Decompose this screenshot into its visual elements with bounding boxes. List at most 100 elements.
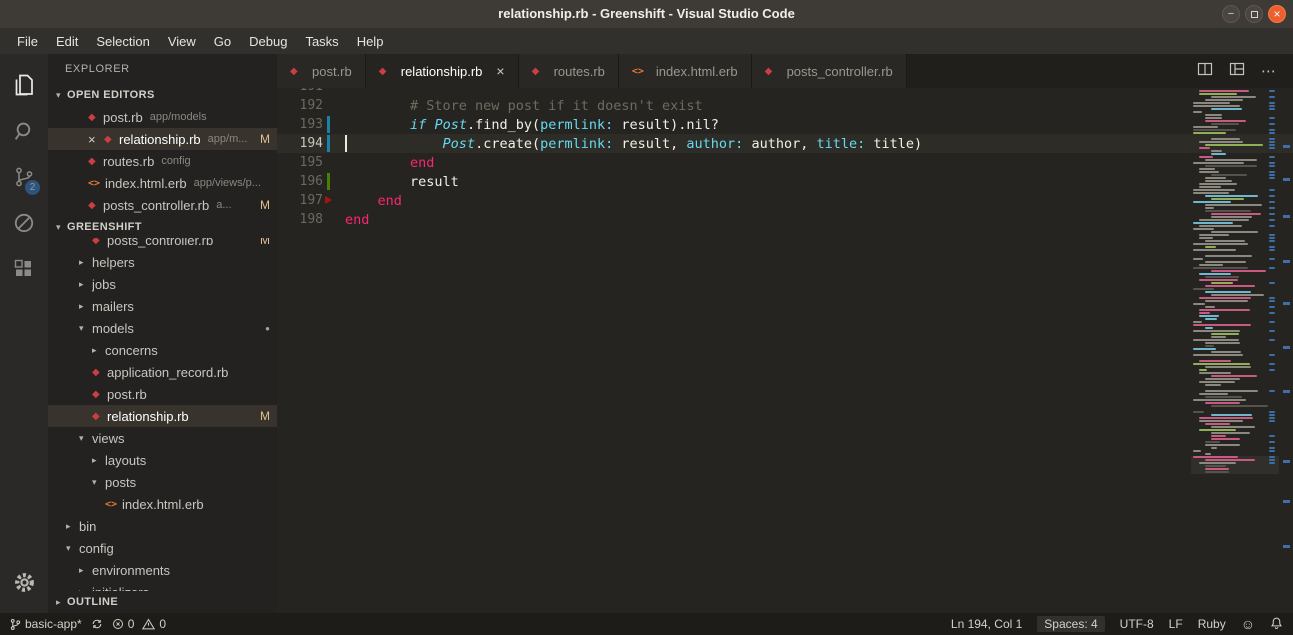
ruby-file-icon: ◆ — [92, 366, 100, 378]
tree-folder-layouts[interactable]: ▸ layouts — [48, 449, 277, 471]
line-number: 194 — [299, 136, 323, 151]
tree-folder-initializers[interactable]: ▸initializers — [48, 581, 277, 592]
minimap-line — [1205, 114, 1222, 116]
close-tab-icon[interactable]: × — [496, 63, 504, 79]
code-line-195[interactable]: 195 end — [277, 153, 1293, 172]
chevron-down-icon: ▾ — [56, 221, 61, 232]
tab-relationship-rb[interactable]: ◆ relationship.rb × — [365, 54, 519, 88]
code-text: if Post.find_by(permlink: result).nil? — [337, 117, 719, 133]
tree-file-application-record-rb[interactable]: ◆ application_record.rb — [48, 361, 277, 383]
minimap-change-mark — [1269, 441, 1275, 443]
code-line-193[interactable]: 193 if Post.find_by(permlink: result).ni… — [277, 115, 1293, 134]
overview-ruler[interactable] — [1279, 88, 1293, 613]
menu-help[interactable]: Help — [348, 28, 393, 54]
minimize-button[interactable]: − — [1222, 5, 1240, 23]
tree-folder-config[interactable]: ▾ config — [48, 537, 277, 559]
git-branch-status[interactable]: basic-app* — [10, 617, 82, 631]
code-line-197[interactable]: 197 end — [277, 191, 1293, 210]
toggle-layout-icon[interactable] — [1229, 61, 1245, 82]
minimap-line — [1199, 462, 1236, 464]
maximize-button[interactable] — [1245, 5, 1263, 23]
minimap-line — [1205, 366, 1251, 368]
open-editor-item[interactable]: ◆ post.rb app/models — [48, 106, 277, 128]
menu-edit[interactable]: Edit — [47, 28, 87, 54]
menu-tasks[interactable]: Tasks — [296, 28, 347, 54]
minimap-line — [1199, 186, 1221, 188]
code-line-196[interactable]: 196 result — [277, 172, 1293, 191]
minimap-line — [1193, 330, 1240, 332]
split-editor-icon[interactable] — [1197, 61, 1213, 82]
tab-bar: ◆ post.rb ◆ relationship.rb × ◆ routes.rb <> ind… — [277, 54, 1293, 88]
search-icon[interactable] — [0, 108, 48, 154]
more-actions-icon[interactable]: ⋯ — [1261, 62, 1277, 80]
token: Post — [434, 116, 467, 133]
code-line-198[interactable]: 198 end — [277, 210, 1293, 229]
open-editor-item[interactable]: × ◆ relationship.rb app/m... M — [48, 128, 277, 150]
menu-view[interactable]: View — [159, 28, 205, 54]
line-number: 198 — [299, 212, 323, 227]
tree-folder-posts[interactable]: ▾ posts — [48, 471, 277, 493]
tab-post-rb[interactable]: ◆ post.rb — [277, 54, 366, 88]
problems-status[interactable]: 0 0 — [112, 617, 166, 631]
tree-folder-environments[interactable]: ▸ environments — [48, 559, 277, 581]
code-lines: 191 192 # Store new post if it doesn't ex… — [277, 88, 1293, 229]
tree-folder-mailers[interactable]: ▸ mailers — [48, 295, 277, 317]
minimap-change-mark — [1269, 90, 1275, 92]
minimap-change-mark — [1269, 417, 1275, 419]
feedback-smiley-icon[interactable]: ☺ — [1241, 617, 1255, 631]
minimap-line — [1211, 96, 1256, 98]
eol-status[interactable]: LF — [1169, 617, 1183, 631]
source-control-icon[interactable]: 2 — [0, 154, 48, 200]
chevron-right-icon: ▸ — [79, 564, 84, 575]
tab-posts-controller-rb[interactable]: ◆ posts_controller.rb — [751, 54, 907, 88]
extensions-icon[interactable] — [0, 246, 48, 292]
tree-file-index-html-erb[interactable]: <> index.html.erb — [48, 493, 277, 515]
cursor-position-status[interactable]: Ln 194, Col 1 — [951, 617, 1022, 631]
tree-folder-concerns[interactable]: ▸ concerns — [48, 339, 277, 361]
minimap-change-mark — [1269, 300, 1275, 302]
minimap-line — [1193, 354, 1244, 356]
open-editors-header[interactable]: ▾ OPEN EDITORS — [48, 84, 277, 106]
open-editor-item[interactable]: ◆ posts_controller.rb a... M — [48, 194, 277, 216]
menu-debug[interactable]: Debug — [240, 28, 296, 54]
tree-folder-bin[interactable]: ▸ bin — [48, 515, 277, 537]
encoding-status[interactable]: UTF-8 — [1120, 617, 1154, 631]
notifications-bell-icon[interactable] — [1270, 616, 1283, 633]
tree-folder-views[interactable]: ▾ views — [48, 427, 277, 449]
menu-go[interactable]: Go — [205, 28, 240, 54]
indentation-status[interactable]: Spaces: 4 — [1037, 616, 1105, 632]
code-line-191[interactable]: 191 — [277, 88, 1293, 96]
minimap-change-mark — [1269, 213, 1275, 215]
tab-routes-rb[interactable]: ◆ routes.rb — [518, 54, 619, 88]
code-line-194[interactable]: 194 Post.create(permlink: result, author… — [277, 134, 1293, 153]
tree-folder-helpers[interactable]: ▸ helpers — [48, 251, 277, 273]
tree-file-post-rb[interactable]: ◆ post.rb — [48, 383, 277, 405]
outline-section-header[interactable]: ▸ OUTLINE — [48, 591, 277, 613]
code-editor[interactable]: 191 192 # Store new post if it doesn't ex… — [277, 88, 1293, 613]
tree-file-relationship-rb[interactable]: ◆ relationship.rb M — [48, 405, 277, 427]
minimap-line — [1211, 231, 1258, 233]
code-line-192[interactable]: 192 # Store new post if it doesn't exist — [277, 96, 1293, 115]
close-button[interactable]: × — [1268, 5, 1286, 23]
language-mode-status[interactable]: Ruby — [1198, 617, 1226, 631]
sync-button[interactable] — [91, 618, 103, 630]
ruby-file-icon: ◆ — [378, 65, 387, 77]
tab-index-html-erb[interactable]: <> index.html.erb — [618, 54, 752, 88]
settings-gear-icon[interactable] — [0, 559, 48, 605]
close-editor-icon[interactable]: × — [88, 132, 104, 147]
open-editor-item[interactable]: <> index.html.erb app/views/p... — [48, 172, 277, 194]
menu-file[interactable]: File — [8, 28, 47, 54]
tree-folder-jobs[interactable]: ▸ jobs — [48, 273, 277, 295]
explorer-icon[interactable] — [0, 62, 48, 108]
minimap-change-mark — [1269, 162, 1275, 164]
ruler-mark — [1283, 215, 1290, 218]
minimap[interactable] — [1191, 88, 1279, 613]
open-editor-item[interactable]: ◆ routes.rb config — [48, 150, 277, 172]
debug-icon[interactable] — [0, 200, 48, 246]
menu-selection[interactable]: Selection — [87, 28, 158, 54]
tree-file-posts-controller-rb[interactable]: ◆ posts_controller.rb M — [48, 238, 277, 251]
tree-folder-models[interactable]: ▾ models ● — [48, 317, 277, 339]
project-section-header[interactable]: ▾ GREENSHIFT — [48, 216, 277, 238]
